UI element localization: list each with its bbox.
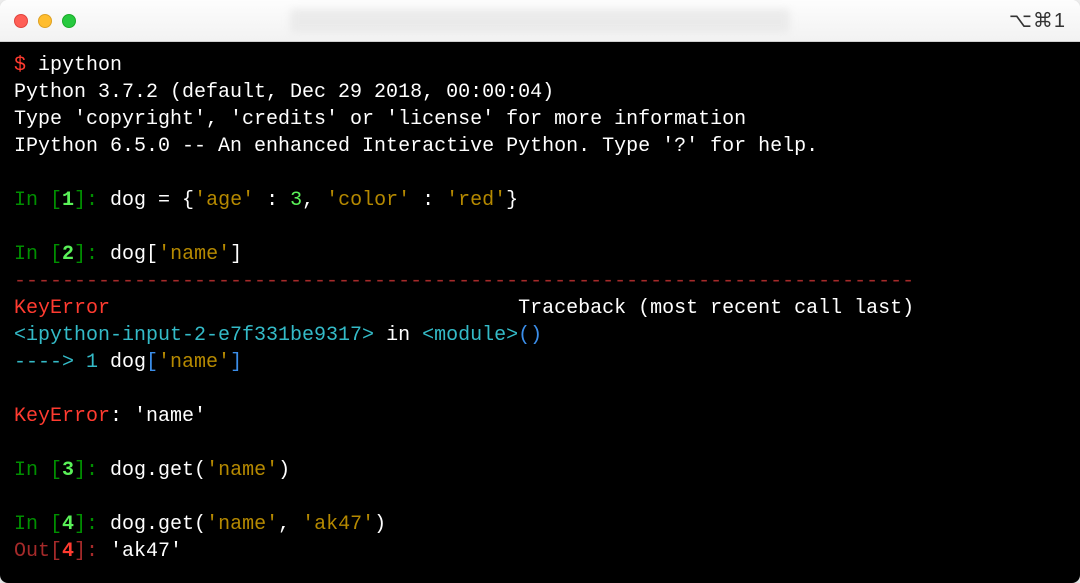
terminal-body[interactable]: $ ipython Python 3.7.2 (default, Dec 29 …: [0, 42, 1080, 583]
in-prompt: In [: [14, 513, 62, 536]
traceback-code: dog: [98, 351, 146, 374]
in-number: 3: [62, 459, 74, 482]
in-number: 1: [62, 189, 74, 212]
error-name: KeyError: [14, 297, 110, 320]
code-string: 'color': [326, 189, 410, 212]
in-prompt-close: ]:: [74, 459, 110, 482]
terminal-window: ⌥⌘1 $ ipython Python 3.7.2 (default, Dec…: [0, 0, 1080, 583]
traceback-arrow: ----> 1: [14, 351, 98, 374]
keyboard-shortcut-label: ⌥⌘1: [1009, 8, 1066, 33]
error-message: : 'name': [110, 405, 206, 428]
in-number: 4: [62, 513, 74, 536]
traceback-bracket: [: [146, 351, 158, 374]
output-value: 'ak47': [110, 540, 182, 563]
error-name: KeyError: [14, 405, 110, 428]
code-text: ]: [230, 243, 242, 266]
window-title-blurred: [290, 9, 790, 33]
in-prompt-close: ]:: [74, 189, 110, 212]
code-text: dog[: [110, 243, 158, 266]
out-number: 4: [62, 540, 74, 563]
titlebar: ⌥⌘1: [0, 0, 1080, 42]
in-prompt: In [: [14, 459, 62, 482]
code-string: 'red': [446, 189, 506, 212]
code-string: 'name': [206, 459, 278, 482]
python-banner-line: IPython 6.5.0 -- An enhanced Interactive…: [14, 135, 818, 158]
code-text: }: [506, 189, 518, 212]
close-icon[interactable]: [14, 14, 28, 28]
traceback-source: <ipython-input-2-e7f331be9317>: [14, 324, 374, 347]
traceback-parens: (): [518, 324, 542, 347]
in-prompt: In [: [14, 243, 62, 266]
traffic-lights: [14, 14, 76, 28]
shell-command: ipython: [38, 54, 122, 77]
minimize-icon[interactable]: [38, 14, 52, 28]
code-text: dog.get(: [110, 513, 206, 536]
maximize-icon[interactable]: [62, 14, 76, 28]
code-text: ): [374, 513, 386, 536]
traceback-label: Traceback (most recent call last): [110, 297, 914, 320]
code-text: ): [278, 459, 290, 482]
code-string: 'name': [158, 243, 230, 266]
python-banner-line: Python 3.7.2 (default, Dec 29 2018, 00:0…: [14, 81, 566, 104]
code-text: :: [410, 189, 446, 212]
python-banner-line: Type 'copyright', 'credits' or 'license'…: [14, 108, 746, 131]
traceback-divider: ----------------------------------------…: [14, 270, 914, 293]
code-string: 'name': [206, 513, 278, 536]
code-text: :: [254, 189, 290, 212]
out-prompt-close: ]:: [74, 540, 110, 563]
traceback-string: 'name': [158, 351, 230, 374]
code-string: 'ak47': [302, 513, 374, 536]
in-prompt-close: ]:: [74, 243, 110, 266]
in-prompt: In [: [14, 189, 62, 212]
traceback-bracket: ]: [230, 351, 242, 374]
traceback-module: <module>: [422, 324, 518, 347]
in-prompt-close: ]:: [74, 513, 110, 536]
code-text: ,: [302, 189, 326, 212]
code-text: dog.get(: [110, 459, 206, 482]
shell-prompt: $: [14, 54, 38, 77]
code-text: dog = {: [110, 189, 194, 212]
traceback-text: in: [374, 324, 422, 347]
out-prompt: Out[: [14, 540, 62, 563]
code-string: 'age': [194, 189, 254, 212]
code-text: ,: [278, 513, 302, 536]
in-number: 2: [62, 243, 74, 266]
code-number: 3: [290, 189, 302, 212]
